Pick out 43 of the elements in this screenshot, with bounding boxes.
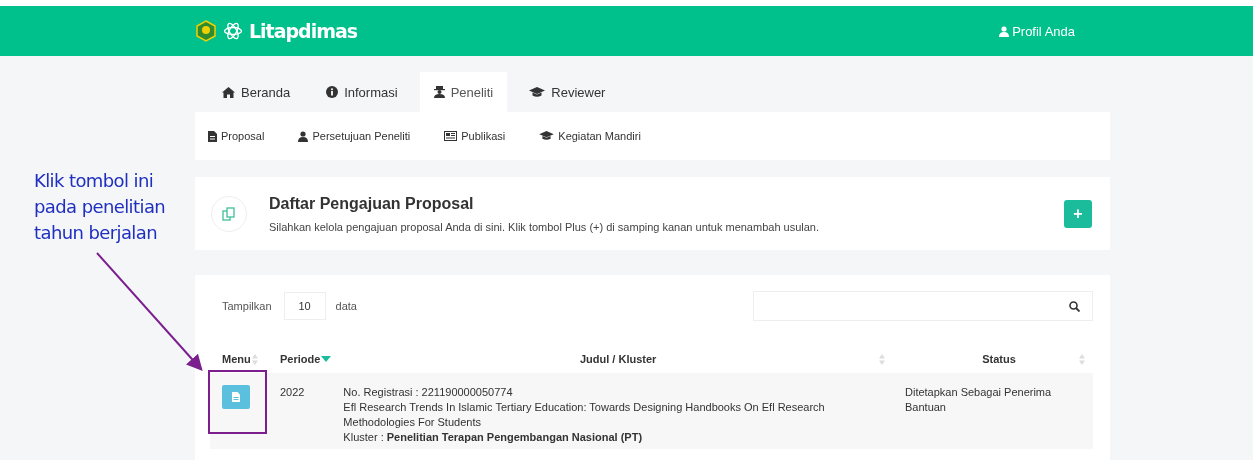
registration-number: No. Registrasi : 221190000050774 xyxy=(343,385,514,400)
page-title: Daftar Pengajuan Proposal xyxy=(269,194,475,213)
show-label: Tampilkan xyxy=(222,300,272,312)
column-header[interactable]: Status xyxy=(893,345,1093,373)
info-icon xyxy=(326,86,339,98)
nav-tab[interactable]: Beranda xyxy=(208,72,305,112)
user-icon xyxy=(999,25,1010,37)
subnav-link[interactable]: Persetujuan Peneliti xyxy=(298,130,411,142)
sort-icon xyxy=(1079,353,1085,365)
subnav-link[interactable]: Kegiatan Mandiri xyxy=(539,130,641,142)
nav-tab[interactable]: Peneliti xyxy=(419,72,508,112)
newspaper-icon xyxy=(444,131,458,141)
cluster-text: Kluster : Penelitian Terapan Pengembangan Nasional (PT) xyxy=(343,430,644,445)
atom-icon xyxy=(223,21,243,41)
column-header[interactable]: Menu xyxy=(210,345,268,373)
page-length-field[interactable]: 10 xyxy=(283,292,326,320)
sort-down-icon xyxy=(321,356,332,362)
graduation-cap-icon xyxy=(529,86,546,98)
user-icon xyxy=(433,86,445,98)
graduation-cap-icon xyxy=(539,131,555,141)
page-description: Silahkan kelola pengajuan proposal Anda di sini. Klik tombol Plus (+) di samping kanan untuk menambah usulan. xyxy=(269,220,821,233)
annotation-text: Klik tombol ini pada penelitian tahun berjalan xyxy=(34,169,167,245)
search-icon xyxy=(1069,300,1080,312)
nav-tab[interactable]: Informasi xyxy=(312,72,412,112)
nav-tab[interactable]: Reviewer xyxy=(515,72,620,112)
detail-button[interactable] xyxy=(222,385,250,409)
data-label: data xyxy=(335,300,357,312)
document-icon xyxy=(232,392,240,402)
period-cell: 2022 xyxy=(280,386,305,398)
file-icon xyxy=(208,130,217,142)
column-header[interactable]: Judul / Kluster xyxy=(331,345,893,373)
subnav-link[interactable]: Publikasi xyxy=(444,130,506,142)
user-icon xyxy=(298,130,309,142)
subnav-link[interactable]: Proposal xyxy=(208,130,265,142)
search-field[interactable] xyxy=(753,291,1093,321)
status-text: Ditetapkan Sebagai Penerima Bantuan xyxy=(905,386,1052,413)
sort-icon xyxy=(251,353,258,365)
proposal-title: Efl Research Trends In Islamic Tertiary Education: Towards Designing Handbooks On Efl Research Methodologies For Students xyxy=(343,400,826,430)
sort-icon xyxy=(879,353,885,365)
emblem-icon xyxy=(195,20,217,42)
column-header[interactable]: Periode xyxy=(268,345,332,373)
highlight-frame xyxy=(208,370,267,434)
home-icon xyxy=(222,86,235,98)
